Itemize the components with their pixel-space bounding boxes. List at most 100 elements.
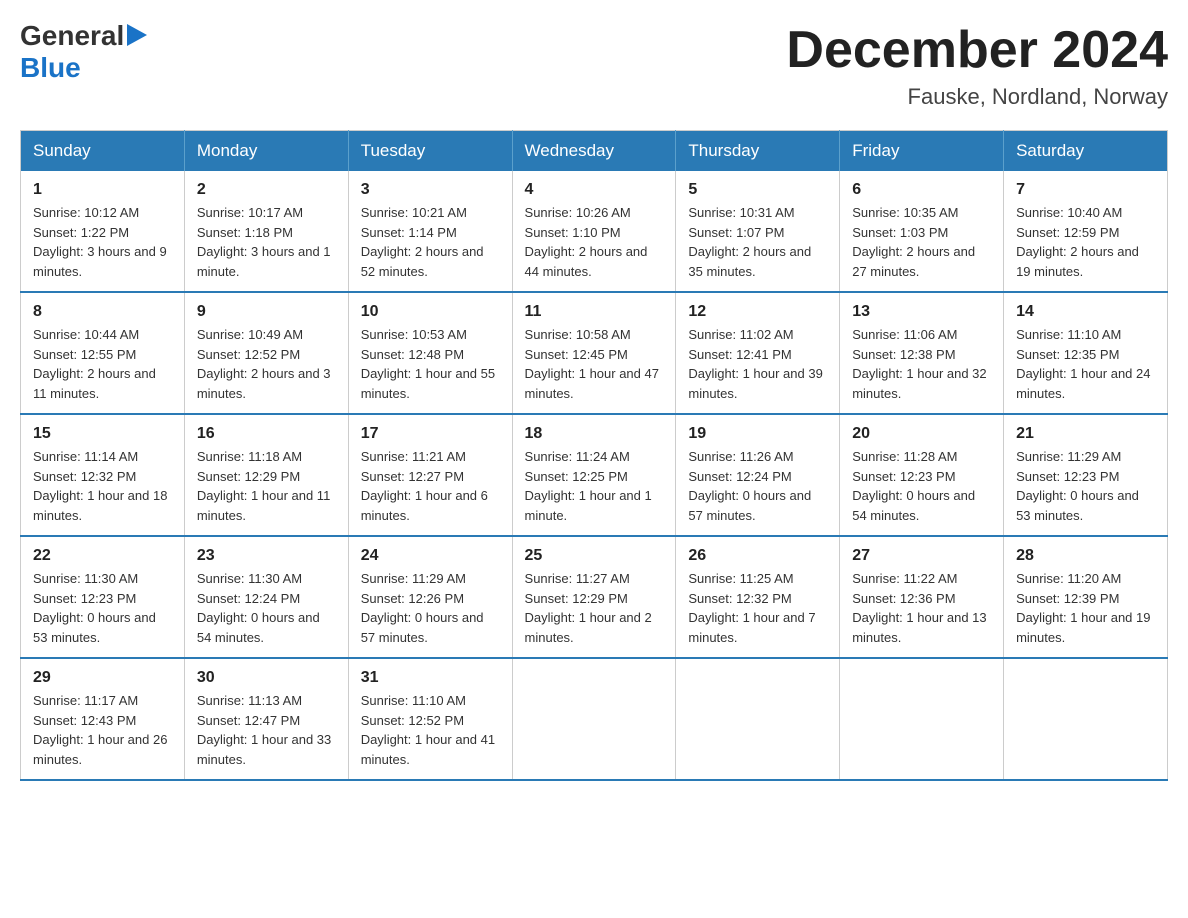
table-row: 19 Sunrise: 11:26 AMSunset: 12:24 PMDayl… [676,414,840,536]
table-row: 15 Sunrise: 11:14 AMSunset: 12:32 PMDayl… [21,414,185,536]
table-row: 28 Sunrise: 11:20 AMSunset: 12:39 PMDayl… [1004,536,1168,658]
day-number: 2 [197,181,336,199]
day-number: 12 [688,303,827,321]
main-title: December 2024 [786,20,1168,80]
day-number: 24 [361,547,500,565]
day-info: Sunrise: 10:40 AMSunset: 12:59 PMDayligh… [1016,203,1155,281]
table-row [840,658,1004,780]
title-block: December 2024 Fauske, Nordland, Norway [786,20,1168,110]
day-info: Sunrise: 11:26 AMSunset: 12:24 PMDayligh… [688,447,827,525]
day-info: Sunrise: 11:27 AMSunset: 12:29 PMDayligh… [525,569,664,647]
table-row: 31 Sunrise: 11:10 AMSunset: 12:52 PMDayl… [348,658,512,780]
day-info: Sunrise: 11:18 AMSunset: 12:29 PMDayligh… [197,447,336,525]
day-number: 21 [1016,425,1155,443]
table-row: 5 Sunrise: 10:31 AMSunset: 1:07 PMDaylig… [676,171,840,292]
table-row: 7 Sunrise: 10:40 AMSunset: 12:59 PMDayli… [1004,171,1168,292]
header-saturday: Saturday [1004,131,1168,172]
day-info: Sunrise: 10:44 AMSunset: 12:55 PMDayligh… [33,325,172,403]
day-info: Sunrise: 11:29 AMSunset: 12:23 PMDayligh… [1016,447,1155,525]
table-row: 10 Sunrise: 10:53 AMSunset: 12:48 PMDayl… [348,292,512,414]
day-info: Sunrise: 11:30 AMSunset: 12:24 PMDayligh… [197,569,336,647]
day-info: Sunrise: 11:21 AMSunset: 12:27 PMDayligh… [361,447,500,525]
day-info: Sunrise: 11:17 AMSunset: 12:43 PMDayligh… [33,691,172,769]
day-number: 7 [1016,181,1155,199]
day-info: Sunrise: 10:58 AMSunset: 12:45 PMDayligh… [525,325,664,403]
day-info: Sunrise: 11:02 AMSunset: 12:41 PMDayligh… [688,325,827,403]
day-number: 22 [33,547,172,565]
logo: General Blue [20,20,147,84]
day-info: Sunrise: 10:53 AMSunset: 12:48 PMDayligh… [361,325,500,403]
day-number: 29 [33,669,172,687]
table-row: 4 Sunrise: 10:26 AMSunset: 1:10 PMDaylig… [512,171,676,292]
table-row: 11 Sunrise: 10:58 AMSunset: 12:45 PMDayl… [512,292,676,414]
day-info: Sunrise: 11:14 AMSunset: 12:32 PMDayligh… [33,447,172,525]
day-info: Sunrise: 11:13 AMSunset: 12:47 PMDayligh… [197,691,336,769]
day-number: 1 [33,181,172,199]
calendar-header: Sunday Monday Tuesday Wednesday Thursday… [21,131,1168,172]
day-info: Sunrise: 10:31 AMSunset: 1:07 PMDaylight… [688,203,827,281]
day-number: 30 [197,669,336,687]
header-wednesday: Wednesday [512,131,676,172]
table-row: 9 Sunrise: 10:49 AMSunset: 12:52 PMDayli… [184,292,348,414]
table-row: 1 Sunrise: 10:12 AMSunset: 1:22 PMDaylig… [21,171,185,292]
table-row: 23 Sunrise: 11:30 AMSunset: 12:24 PMDayl… [184,536,348,658]
header-tuesday: Tuesday [348,131,512,172]
table-row: 29 Sunrise: 11:17 AMSunset: 12:43 PMDayl… [21,658,185,780]
day-number: 23 [197,547,336,565]
day-info: Sunrise: 11:06 AMSunset: 12:38 PMDayligh… [852,325,991,403]
day-info: Sunrise: 11:20 AMSunset: 12:39 PMDayligh… [1016,569,1155,647]
day-info: Sunrise: 10:26 AMSunset: 1:10 PMDaylight… [525,203,664,281]
table-row: 2 Sunrise: 10:17 AMSunset: 1:18 PMDaylig… [184,171,348,292]
day-number: 10 [361,303,500,321]
header-thursday: Thursday [676,131,840,172]
day-info: Sunrise: 10:35 AMSunset: 1:03 PMDaylight… [852,203,991,281]
calendar-table: Sunday Monday Tuesday Wednesday Thursday… [20,130,1168,781]
day-info: Sunrise: 11:29 AMSunset: 12:26 PMDayligh… [361,569,500,647]
day-number: 31 [361,669,500,687]
table-row: 21 Sunrise: 11:29 AMSunset: 12:23 PMDayl… [1004,414,1168,536]
table-row [1004,658,1168,780]
day-info: Sunrise: 11:24 AMSunset: 12:25 PMDayligh… [525,447,664,525]
day-number: 19 [688,425,827,443]
day-number: 15 [33,425,172,443]
day-number: 4 [525,181,664,199]
day-info: Sunrise: 10:17 AMSunset: 1:18 PMDaylight… [197,203,336,281]
table-row: 14 Sunrise: 11:10 AMSunset: 12:35 PMDayl… [1004,292,1168,414]
table-row: 3 Sunrise: 10:21 AMSunset: 1:14 PMDaylig… [348,171,512,292]
day-number: 9 [197,303,336,321]
day-number: 25 [525,547,664,565]
table-row: 24 Sunrise: 11:29 AMSunset: 12:26 PMDayl… [348,536,512,658]
logo-arrow-icon [127,24,147,46]
table-row: 12 Sunrise: 11:02 AMSunset: 12:41 PMDayl… [676,292,840,414]
day-number: 8 [33,303,172,321]
day-number: 16 [197,425,336,443]
day-number: 5 [688,181,827,199]
table-row [512,658,676,780]
day-number: 27 [852,547,991,565]
day-number: 28 [1016,547,1155,565]
day-info: Sunrise: 10:21 AMSunset: 1:14 PMDaylight… [361,203,500,281]
table-row: 25 Sunrise: 11:27 AMSunset: 12:29 PMDayl… [512,536,676,658]
table-row: 26 Sunrise: 11:25 AMSunset: 12:32 PMDayl… [676,536,840,658]
table-row: 20 Sunrise: 11:28 AMSunset: 12:23 PMDayl… [840,414,1004,536]
table-row: 17 Sunrise: 11:21 AMSunset: 12:27 PMDayl… [348,414,512,536]
day-number: 11 [525,303,664,321]
table-row: 18 Sunrise: 11:24 AMSunset: 12:25 PMDayl… [512,414,676,536]
day-info: Sunrise: 11:28 AMSunset: 12:23 PMDayligh… [852,447,991,525]
header-monday: Monday [184,131,348,172]
day-info: Sunrise: 11:10 AMSunset: 12:35 PMDayligh… [1016,325,1155,403]
day-info: Sunrise: 11:10 AMSunset: 12:52 PMDayligh… [361,691,500,769]
header-friday: Friday [840,131,1004,172]
logo-general-text: General [20,20,124,52]
day-number: 17 [361,425,500,443]
day-info: Sunrise: 11:25 AMSunset: 12:32 PMDayligh… [688,569,827,647]
day-number: 26 [688,547,827,565]
subtitle: Fauske, Nordland, Norway [786,84,1168,110]
table-row: 30 Sunrise: 11:13 AMSunset: 12:47 PMDayl… [184,658,348,780]
day-number: 20 [852,425,991,443]
table-row: 27 Sunrise: 11:22 AMSunset: 12:36 PMDayl… [840,536,1004,658]
day-number: 14 [1016,303,1155,321]
header-sunday: Sunday [21,131,185,172]
table-row: 16 Sunrise: 11:18 AMSunset: 12:29 PMDayl… [184,414,348,536]
day-number: 3 [361,181,500,199]
